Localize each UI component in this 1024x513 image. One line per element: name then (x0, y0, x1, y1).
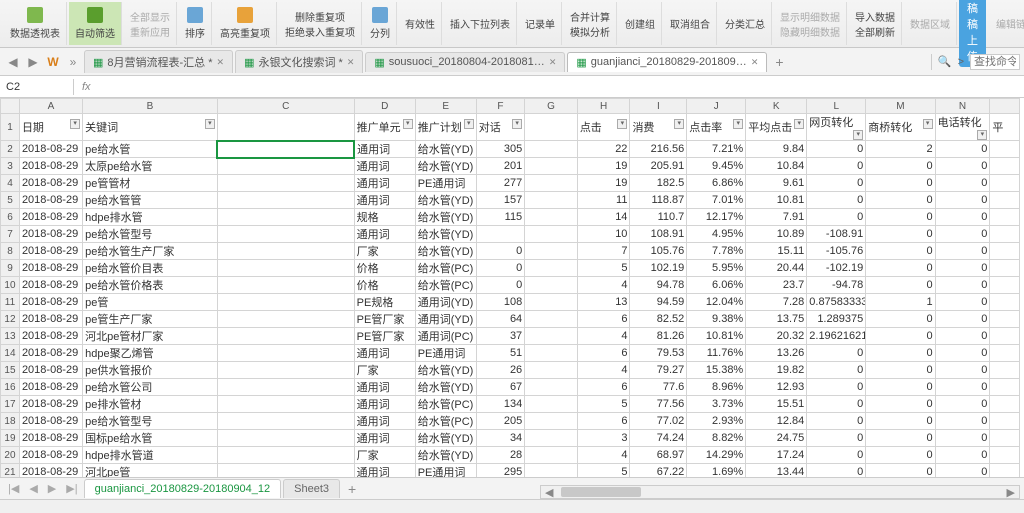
btn-pivot[interactable]: 数据透视表 (4, 2, 67, 45)
table-row[interactable]: 162018-08-29pe给水管公司通用词给水管(YD)67677.68.96… (1, 379, 1020, 396)
name-box[interactable]: C2 (0, 79, 74, 95)
nav-back-icon[interactable]: ◀ (4, 53, 22, 71)
sheet-nav-prev[interactable]: ◀ (25, 482, 41, 495)
btn-import[interactable]: 导入数据全部刷新 (849, 2, 902, 45)
command-search-input[interactable] (970, 54, 1020, 70)
close-icon[interactable]: ✕ (347, 57, 355, 68)
table-row[interactable]: 122018-08-29pe管生产厂家PE管厂家通用词(YD)64682.529… (1, 311, 1020, 328)
sheet-tab-1[interactable]: guanjianci_20180829-20180904_12 (84, 479, 282, 498)
btn-consolidate[interactable]: 合并计算模拟分析 (564, 2, 617, 45)
doc-tab-1[interactable]: ▦8月营销流程表-汇总 *✕ (84, 50, 233, 73)
filter-icon[interactable]: ▾ (617, 119, 627, 129)
sep: » (64, 53, 82, 71)
btn-ungroup[interactable]: 取消组合 (664, 2, 717, 45)
filter-icon[interactable]: ▾ (794, 119, 804, 129)
close-icon[interactable]: ✕ (549, 57, 557, 68)
btn-validity[interactable]: 有效性 (399, 2, 442, 45)
table-row[interactable]: 172018-08-29pe排水管材通用词给水管(PC)134577.563.7… (1, 396, 1020, 413)
filter-icon[interactable]: ▾ (512, 119, 522, 129)
filter-icon[interactable]: ▾ (977, 130, 987, 140)
filter-icon[interactable]: ▾ (464, 119, 474, 129)
filter-icon[interactable]: ▾ (674, 119, 684, 129)
table-row[interactable]: 202018-08-29hdpe排水管道厂家给水管(YD)28468.9714.… (1, 447, 1020, 464)
table-row[interactable]: 22018-08-29pe给水管通用词给水管(YD)30522216.567.2… (1, 141, 1020, 158)
table-row[interactable]: 72018-08-29pe给水管型号通用词给水管(YD)10108.914.95… (1, 226, 1020, 243)
doc-tab-2[interactable]: ▦永银文化搜索词 *✕ (235, 50, 363, 73)
filter-icon[interactable]: ▾ (923, 119, 933, 129)
table-row[interactable]: 52018-08-29pe给水管管通用词给水管(YD)15711118.877.… (1, 192, 1020, 209)
horizontal-scrollbar[interactable]: ◀▶ (540, 485, 1020, 499)
nav-fwd-icon[interactable]: ▶ (24, 53, 42, 71)
table-row[interactable]: 42018-08-29pe管管材通用词PE通用词27719182.56.86%9… (1, 175, 1020, 192)
filter-icon[interactable]: ▾ (205, 119, 215, 129)
table-row[interactable]: 82018-08-29pe给水管生产厂家厂家给水管(YD)07105.767.7… (1, 243, 1020, 260)
spreadsheet-grid[interactable]: ABC DEF GHI JKL MN 1日期▾关键词▾推广单元▾推广计划▾对话▾… (0, 98, 1024, 481)
document-tabbar: ◀ ▶ W » ▦8月营销流程表-汇总 *✕ ▦永银文化搜索词 *✕ ▦sous… (0, 48, 1024, 76)
table-row[interactable]: 92018-08-29pe给水管价目表价格给水管(PC)05102.195.95… (1, 260, 1020, 277)
table-row[interactable]: 142018-08-29hdpe聚乙烯管通用词PE通用词51679.5311.7… (1, 345, 1020, 362)
btn-group[interactable]: 创建组 (619, 2, 662, 45)
table-row[interactable]: 182018-08-29pe给水管型号通用词给水管(PC)205677.022.… (1, 413, 1020, 430)
filter-icon[interactable]: ▾ (853, 130, 863, 140)
table-header-row: 1日期▾关键词▾推广单元▾推广计划▾对话▾点击▾消费▾点击率▾平均点击▾网页转化… (1, 114, 1020, 141)
formula-bar: C2 fx (0, 76, 1024, 98)
sheet-nav-next[interactable]: ▶ (44, 482, 60, 495)
ribbon-toolbar: 数据透视表 自动筛选 全部显示重新应用 排序 高亮重复项 删除重复项拒绝录入重复… (0, 0, 1024, 48)
new-tab-button[interactable]: + (769, 52, 789, 72)
sheet-nav-first[interactable]: |◀ (4, 482, 23, 495)
btn-delete-dup[interactable]: 删除重复项拒绝录入重复项 (279, 2, 362, 45)
btn-subtotal[interactable]: 分类汇总 (719, 2, 772, 45)
wps-home-icon[interactable]: W (44, 53, 62, 71)
btn-textcol[interactable]: 分列 (364, 2, 397, 45)
search-arrow: > (958, 56, 964, 68)
table-row[interactable]: 192018-08-29国标pe给水管通用词给水管(YD)34374.248.8… (1, 430, 1020, 447)
btn-dataarea[interactable]: 数据区域 (904, 2, 957, 45)
sheet-nav-last[interactable]: ▶| (62, 482, 81, 495)
doc-tab-4[interactable]: ▦guanjianci_20180829-20180904_128483 *✕ (567, 52, 767, 72)
btn-highlight-dup[interactable]: 高亮重复项 (214, 2, 277, 45)
btn-record[interactable]: 记录单 (519, 2, 562, 45)
filter-icon[interactable]: ▾ (70, 119, 80, 129)
table-row[interactable]: 32018-08-29太原pe给水管通用词给水管(YD)20119205.919… (1, 158, 1020, 175)
sheet-tab-2[interactable]: Sheet3 (283, 479, 340, 498)
close-icon[interactable]: ✕ (751, 57, 759, 68)
table-row[interactable]: 112018-08-29pe管PE规格通用词(YD)1081394.5912.0… (1, 294, 1020, 311)
table-row[interactable]: 62018-08-29hdpe排水管规格给水管(YD)11514110.712.… (1, 209, 1020, 226)
filter-icon[interactable]: ▾ (733, 119, 743, 129)
doc-tab-3[interactable]: ▦sousuoci_20180804-20180810 *✕ (365, 52, 565, 72)
table-row[interactable]: 132018-08-29河北pe管材厂家PE管厂家通用词(PC)37481.26… (1, 328, 1020, 345)
fx-icon[interactable]: fx (74, 81, 99, 93)
btn-showdetail[interactable]: 显示明细数据隐藏明细数据 (774, 2, 847, 45)
column-header-row[interactable]: ABC DEF GHI JKL MN (1, 99, 1020, 114)
add-sheet-button[interactable]: + (342, 481, 362, 497)
table-row[interactable]: 102018-08-29pe给水管价格表价格给水管(PC)0494.786.06… (1, 277, 1020, 294)
table-row[interactable]: 152018-08-29pe供水管报价厂家给水管(YD)26479.2715.3… (1, 362, 1020, 379)
close-icon[interactable]: ✕ (217, 57, 225, 68)
btn-showall[interactable]: 全部显示重新应用 (124, 2, 177, 45)
search-icon: 🔍 (938, 55, 952, 68)
btn-insert-dd[interactable]: 插入下拉列表 (444, 2, 517, 45)
filter-icon[interactable]: ▾ (403, 119, 413, 129)
btn-autofilter[interactable]: 自动筛选 (69, 2, 122, 45)
btn-sort[interactable]: 排序 (179, 2, 212, 45)
status-bar (0, 499, 1024, 513)
btn-editlink[interactable]: 编辑链接 (990, 14, 1024, 33)
